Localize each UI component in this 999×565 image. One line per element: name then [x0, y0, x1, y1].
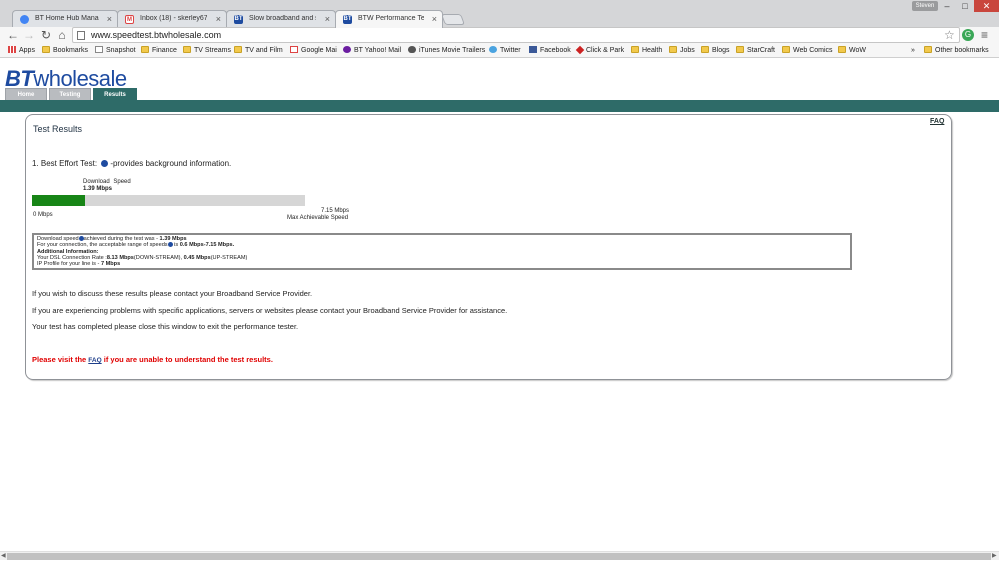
bookmark-web-comics[interactable]: Web Comics: [782, 45, 833, 57]
folder-icon: [234, 46, 242, 53]
gmail-icon: [290, 46, 298, 53]
bookmark-tv-and-film[interactable]: TV and Film: [234, 45, 283, 57]
window-close-icon[interactable]: ✕: [974, 0, 999, 12]
folder-icon: [736, 46, 744, 53]
faq-link[interactable]: FAQ: [930, 118, 944, 125]
bookmark-health[interactable]: Health: [631, 45, 662, 57]
speed-max-value: 7.15 Mbps: [321, 208, 350, 214]
extension-icon[interactable]: G: [962, 29, 974, 41]
gmail-icon: M: [125, 15, 134, 24]
tab-title: Inbox (18) - skerley672@g: [140, 15, 208, 22]
facebook-icon: [529, 46, 537, 53]
folder-icon: [42, 46, 50, 53]
bookmark-other-bookmarks[interactable]: Other bookmarks: [924, 45, 989, 57]
twitter-icon: [489, 46, 497, 53]
bookmark-jobs[interactable]: Jobs: [669, 45, 695, 57]
folder-icon: [631, 46, 639, 53]
folder-icon: [701, 46, 709, 53]
bookmark-bt-yahoo-mail[interactable]: BT Yahoo! Mail: [343, 45, 401, 57]
problems-message: If you are experiencing problems with sp…: [32, 306, 508, 315]
bookmark-itunes-trailers[interactable]: iTunes Movie Trailers: [408, 45, 485, 57]
document-icon: [95, 46, 103, 53]
folder-icon: [141, 46, 149, 53]
folder-icon: [782, 46, 790, 53]
folder-icon: [924, 46, 932, 53]
download-speed-value: 1.39 Mbps: [83, 186, 113, 192]
faq-notice: Please visit the FAQ if you are unable t…: [32, 355, 273, 364]
menu-icon[interactable]: ≡: [981, 28, 988, 42]
reload-icon[interactable]: ↻: [39, 28, 53, 42]
close-icon[interactable]: ×: [107, 14, 112, 24]
bookmark-star-icon[interactable]: ☆: [944, 28, 955, 42]
back-arrow-icon[interactable]: ←: [6, 28, 20, 42]
bookmark-tv-streams[interactable]: TV Streams: [183, 45, 231, 57]
scroll-right-icon[interactable]: ▶: [992, 552, 997, 561]
results-title: Test Results: [33, 124, 83, 134]
bookmark-starcraft[interactable]: StarCraft: [736, 45, 775, 57]
scroll-left-icon[interactable]: ◀: [1, 552, 6, 561]
bookmarks-overflow-icon[interactable]: »: [911, 45, 915, 57]
bt-icon: BT: [343, 15, 352, 24]
bookmark-blogs[interactable]: Blogs: [701, 45, 730, 57]
address-bar[interactable]: www.speedtest.btwholesale.com: [72, 27, 960, 43]
bookmark-click-and-park[interactable]: Click & Park: [575, 45, 624, 57]
tab-title: BTW Performance Test: [358, 15, 424, 22]
folder-icon: [838, 46, 846, 53]
folder-icon: [669, 46, 677, 53]
user-profile-badge[interactable]: Steven: [912, 1, 938, 11]
info-icon[interactable]: [101, 160, 109, 167]
minimize-icon[interactable]: –: [938, 0, 956, 12]
home-icon[interactable]: ⌂: [55, 28, 69, 42]
page-content: BTwholesale Home Testing Results Test Re…: [0, 59, 999, 551]
apps-icon: [8, 46, 16, 53]
speed-min-label: 0 Mbps: [33, 212, 53, 218]
maximize-icon[interactable]: □: [956, 0, 974, 12]
apple-icon: [408, 46, 416, 53]
tab-strip: BT Home Hub Manager - × M Inbox (18) - s…: [0, 0, 999, 28]
tab-btw-performance-test[interactable]: BT BTW Performance Test ×: [335, 10, 443, 28]
speed-bar-fill: [32, 195, 85, 206]
bookmark-wow[interactable]: WoW: [838, 45, 866, 57]
bookmark-twitter[interactable]: Twitter: [489, 45, 521, 57]
download-speed-label: Download Speed: [83, 179, 131, 185]
close-icon[interactable]: ×: [216, 14, 221, 24]
scrollbar-thumb[interactable]: [7, 553, 991, 560]
page-icon: [77, 31, 85, 40]
contact-provider-message: If you wish to discuss these results ple…: [32, 289, 313, 298]
close-icon[interactable]: ×: [325, 14, 330, 24]
close-icon[interactable]: ×: [432, 14, 437, 24]
bt-wholesale-logo[interactable]: BTwholesale: [5, 68, 127, 90]
bookmark-google-mail[interactable]: Google Mai: [290, 45, 337, 57]
folder-icon: [183, 46, 191, 53]
bookmarks-bar: Apps Bookmarks Snapshot Finance TV Strea…: [0, 44, 999, 58]
tab-title: Slow broadband and spe: [249, 15, 316, 22]
faq-inline-link[interactable]: FAQ: [88, 357, 101, 364]
browser-toolbar: ← → ↻ ⌂ www.speedtest.btwholesale.com ☆ …: [0, 27, 999, 44]
bookmark-facebook[interactable]: Facebook: [529, 45, 571, 57]
bt-icon: BT: [234, 15, 243, 24]
tab-slow-broadband[interactable]: BT Slow broadband and spe ×: [226, 10, 336, 27]
yahoo-icon: [343, 46, 351, 53]
bookmark-snapshot[interactable]: Snapshot: [95, 45, 136, 57]
speed-bar-track: [32, 195, 305, 206]
tab-bt-home-hub[interactable]: BT Home Hub Manager - ×: [12, 10, 118, 27]
best-effort-heading: 1. Best Effort Test: -provides backgroun…: [32, 159, 232, 168]
click-park-icon: [575, 45, 585, 55]
bookmark-apps[interactable]: Apps: [8, 45, 35, 57]
bookmark-bookmarks[interactable]: Bookmarks: [42, 45, 88, 57]
new-tab-button[interactable]: [440, 14, 466, 25]
info-line-ip-profile: IP Profile for your line is - 7 Mbps: [37, 261, 121, 268]
horizontal-scrollbar[interactable]: ◀ ▶: [0, 551, 999, 560]
chrome-icon: [20, 15, 29, 24]
close-window-message: Your test has completed please close thi…: [32, 322, 299, 331]
bookmark-finance[interactable]: Finance: [141, 45, 177, 57]
speed-info-box: Download speed achieved during the test w…: [32, 233, 852, 270]
results-panel: Test Results FAQ 1. Best Effort Test: -p…: [25, 114, 952, 380]
tab-inbox[interactable]: M Inbox (18) - skerley672@g ×: [117, 10, 227, 27]
tab-title: BT Home Hub Manager -: [35, 15, 99, 22]
speed-max-caption: Max Achievable Speed: [287, 215, 349, 221]
forward-arrow-icon[interactable]: →: [22, 28, 36, 42]
address-url: www.speedtest.btwholesale.com: [91, 30, 222, 40]
header-bar: [0, 100, 999, 112]
